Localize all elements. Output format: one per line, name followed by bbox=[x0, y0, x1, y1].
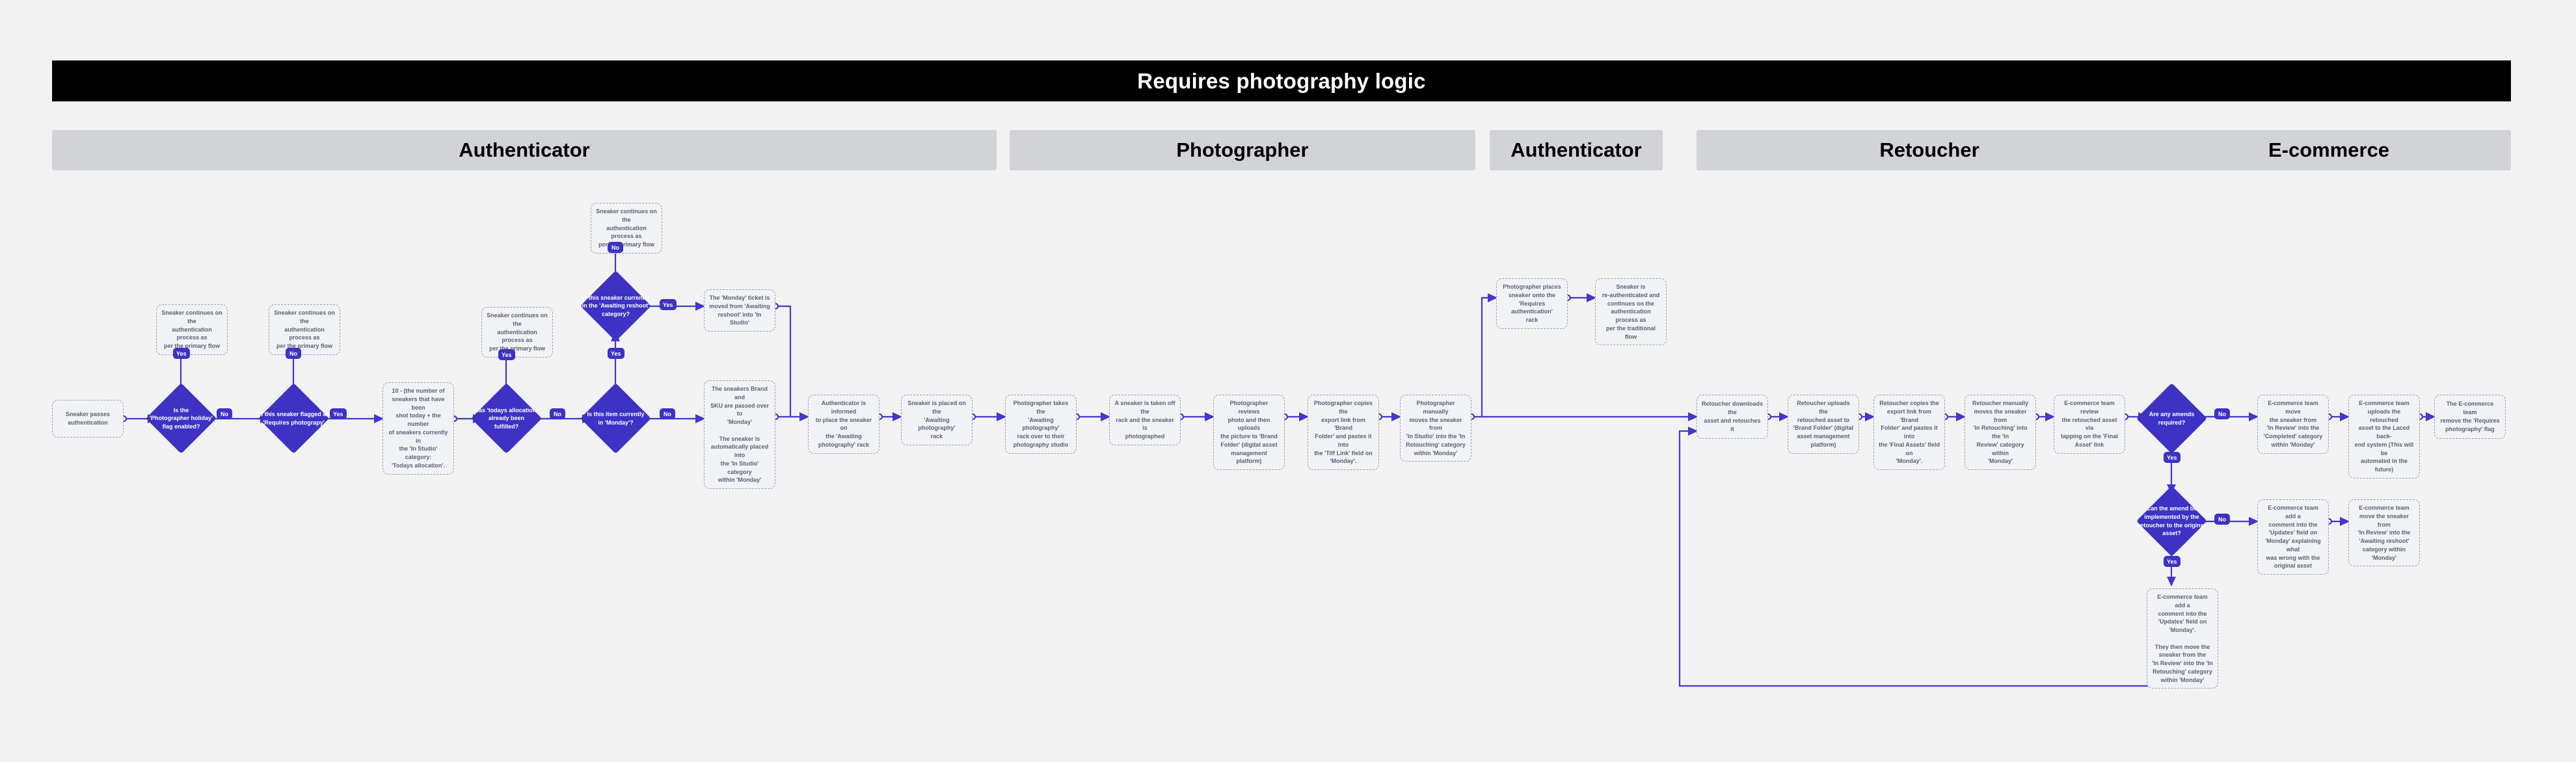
process-node-label: A sneaker is taken off the rack and the … bbox=[1114, 400, 1175, 440]
process-node[interactable]: Retoucher downloads the asset and retouc… bbox=[1697, 395, 1768, 439]
edge-label-no: No bbox=[550, 408, 565, 419]
process-node[interactable]: Retoucher uploads the retouched asset to… bbox=[1788, 395, 1859, 454]
edge-label-yes: Yes bbox=[173, 348, 190, 359]
process-node[interactable]: E-commerce team add a comment into the '… bbox=[2257, 499, 2329, 575]
process-node[interactable]: 10 - (the number of sneakers that have b… bbox=[382, 382, 454, 475]
edge-label-no: No bbox=[660, 408, 675, 419]
process-node-label: Sneaker continues on the authentication … bbox=[274, 309, 335, 350]
process-node[interactable]: Authenticator is informed to place the s… bbox=[808, 395, 879, 454]
process-node-label: Sneaker continues on the authentication … bbox=[161, 309, 222, 350]
process-node[interactable]: Photographer copies the export link from… bbox=[1308, 395, 1379, 471]
process-node[interactable]: The sneakers Brand and SKU are passed ov… bbox=[704, 380, 775, 490]
process-node[interactable]: E-commerce team add a comment into the '… bbox=[2147, 588, 2218, 689]
process-node-label: The sneakers Brand and SKU are passed ov… bbox=[710, 386, 770, 484]
diagram-canvas: Requires photography logic Authenticator… bbox=[0, 0, 2576, 762]
process-node-label: Retoucher manually moves the sneaker fro… bbox=[1972, 400, 2029, 465]
edge-label-yes: Yes bbox=[2164, 556, 2180, 567]
process-node-label: E-commerce team add a comment into the '… bbox=[2152, 594, 2213, 683]
process-node-label: The 'Monday' ticket is moved from 'Await… bbox=[709, 295, 770, 326]
process-node-label: Photographer takes the 'Awaiting photogr… bbox=[1013, 400, 1069, 448]
process-node[interactable]: Retoucher copies the export link from 'B… bbox=[1873, 395, 1945, 471]
process-node[interactable]: E-commerce team move the sneaker from 'I… bbox=[2348, 499, 2420, 567]
process-node-label: E-commerce team uploads the retouched as… bbox=[2354, 400, 2414, 473]
process-node[interactable]: Photographer reviews photo and then uplo… bbox=[1213, 395, 1285, 471]
process-node-label: Sneaker is re-authenticated and continue… bbox=[1602, 283, 1660, 340]
edge-label-no: No bbox=[608, 242, 623, 253]
process-node-label: Retoucher copies the export link from 'B… bbox=[1879, 400, 1940, 465]
process-node[interactable]: Retoucher manually moves the sneaker fro… bbox=[1965, 395, 2036, 471]
process-node-label: Photographer reviews photo and then uplo… bbox=[1220, 400, 1278, 465]
process-node[interactable]: Sneaker continues on the authentication … bbox=[591, 203, 662, 254]
process-node[interactable]: Sneaker is placed on the 'Awaiting photo… bbox=[901, 395, 973, 445]
edge-label-yes: Yes bbox=[330, 408, 347, 419]
process-node-label: Sneaker passes authentication bbox=[65, 411, 111, 426]
process-node[interactable]: Sneaker continues on the authentication … bbox=[269, 304, 340, 355]
process-node-label: Retoucher uploads the retouched asset to… bbox=[1793, 400, 1854, 448]
process-node[interactable]: Sneaker continues on the authentication … bbox=[156, 304, 228, 355]
process-node[interactable]: Sneaker continues on the authentication … bbox=[481, 307, 553, 358]
process-node-label: Sneaker continues on the authentication … bbox=[487, 312, 548, 352]
edge-label-no: No bbox=[286, 348, 301, 359]
process-node[interactable]: A sneaker is taken off the rack and the … bbox=[1109, 395, 1181, 445]
process-node-label: Sneaker is placed on the 'Awaiting photo… bbox=[907, 400, 966, 440]
process-node[interactable]: E-commerce team move the sneaker from 'I… bbox=[2257, 395, 2329, 454]
process-node-label: E-commerce team add a comment into the '… bbox=[2265, 505, 2321, 570]
process-node[interactable]: Photographer takes the 'Awaiting photogr… bbox=[1005, 395, 1077, 454]
process-node-label: Sneaker continues on the authentication … bbox=[596, 208, 657, 248]
process-node[interactable]: E-commerce team uploads the retouched as… bbox=[2348, 395, 2420, 479]
process-node-label: Authenticator is informed to place the s… bbox=[815, 400, 872, 448]
process-node[interactable]: The 'Monday' ticket is moved from 'Await… bbox=[704, 289, 775, 332]
process-node[interactable]: Photographer manually moves the sneaker … bbox=[1400, 395, 1471, 462]
process-node-label: E-commerce team move the sneaker from 'I… bbox=[2263, 400, 2323, 448]
process-node[interactable]: Sneaker is re-authenticated and continue… bbox=[1595, 278, 1667, 346]
process-node-label: The E-commerce team remove the 'Requires… bbox=[2440, 401, 2500, 432]
process-node-label: Retoucher downloads the asset and retouc… bbox=[1702, 401, 1764, 432]
process-node-label: E-commerce team move the sneaker from 'I… bbox=[2357, 505, 2411, 561]
start-node[interactable]: Sneaker passes authentication bbox=[52, 400, 124, 438]
edge-label-no: No bbox=[2214, 514, 2230, 525]
process-node-label: Photographer manually moves the sneaker … bbox=[1406, 400, 1466, 456]
edge-label-yes: Yes bbox=[608, 348, 624, 359]
edge-label-yes: Yes bbox=[498, 349, 515, 360]
process-node-label: 10 - (the number of sneakers that have b… bbox=[388, 388, 448, 469]
process-node[interactable]: E-commerce team review the retouched ass… bbox=[2054, 395, 2125, 454]
edge-label-yes: Yes bbox=[660, 299, 677, 310]
edge-label-no: No bbox=[2214, 408, 2230, 419]
process-node[interactable]: The E-commerce team remove the 'Requires… bbox=[2434, 395, 2506, 439]
edge-label-no: No bbox=[217, 408, 232, 419]
process-node-label: E-commerce team review the retouched ass… bbox=[2061, 400, 2118, 448]
process-node[interactable]: Photographer places sneaker onto the 'Re… bbox=[1496, 278, 1568, 329]
process-node-label: Photographer places sneaker onto the 'Re… bbox=[1503, 283, 1561, 324]
process-node-label: Photographer copies the export link from… bbox=[1313, 400, 1373, 465]
edge-label-yes: Yes bbox=[2164, 452, 2180, 463]
